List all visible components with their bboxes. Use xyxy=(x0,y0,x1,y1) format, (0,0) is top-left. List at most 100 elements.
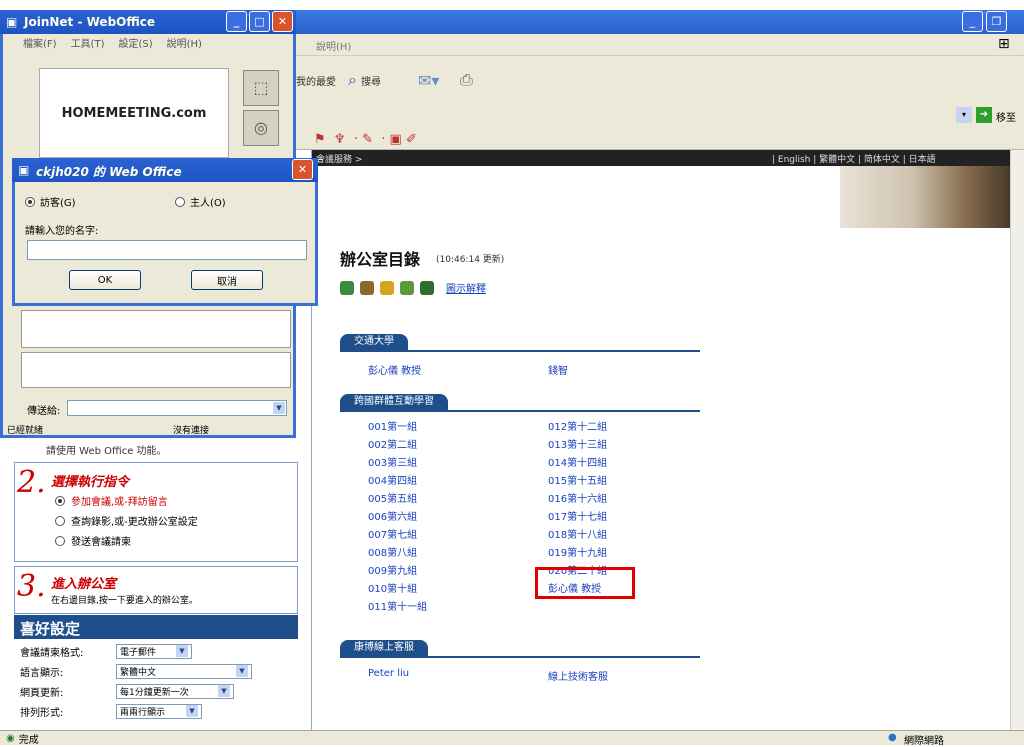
step2-box: 2. 選擇執行指令 參加會議,或-拜訪留言 查詢錄影,或-更改辦公室設定 發送會… xyxy=(14,462,298,562)
internet-zone-icon: ● xyxy=(888,732,897,743)
windows-logo-icon: ⊞ xyxy=(998,36,1010,52)
room-link[interactable]: 014第十四組 xyxy=(548,454,607,469)
joinnet-menu-tools[interactable]: 工具(T) xyxy=(71,35,105,50)
room-link[interactable]: 002第二組 xyxy=(368,436,417,451)
joinnet-menu-help[interactable]: 說明(H) xyxy=(167,35,202,50)
office-directory-title: 辦公室目錄 xyxy=(340,250,421,269)
radio-guest-option[interactable]: 訪客(G) xyxy=(25,194,76,209)
room-link[interactable]: 008第八組 xyxy=(368,544,417,559)
video-button[interactable]: ⬚ xyxy=(243,70,279,106)
step3-title: 進入辦公室 xyxy=(51,577,117,592)
chat-input[interactable] xyxy=(21,352,291,388)
refresh-value: 每1分鐘更新一次 xyxy=(120,687,189,698)
language-links[interactable]: | English | 繁體中文 | 简体中文 | 日本語 xyxy=(772,152,936,165)
favorites-label: 我的最愛 xyxy=(296,76,336,88)
language-select[interactable]: 繁體中文 ▼ xyxy=(116,663,252,679)
room-link[interactable]: 012第十二組 xyxy=(548,418,607,433)
step2-title: 選擇執行指令 xyxy=(51,475,130,490)
radio-owner[interactable] xyxy=(175,196,185,207)
room-link[interactable]: 005第五組 xyxy=(368,490,417,505)
joinnet-maximize-button[interactable]: □ xyxy=(249,11,270,32)
send-to-select[interactable]: ▼ xyxy=(67,400,287,416)
joinnet-menu-bar: 檔案(F) 工具(T) 設定(S) 說明(H) xyxy=(3,32,293,50)
minimize-button[interactable]: _ xyxy=(962,11,983,32)
radio-invite[interactable] xyxy=(55,535,65,546)
cancel-button[interactable]: 取消 xyxy=(191,270,263,290)
breadcrumb[interactable]: 會議服務 > xyxy=(316,152,362,165)
chevron-down-icon: ▼ xyxy=(273,402,285,414)
radio-recordings[interactable] xyxy=(55,515,65,526)
print-button[interactable]: ⎙ xyxy=(460,66,473,94)
room-link[interactable]: 003第三組 xyxy=(368,454,417,469)
vertical-scrollbar[interactable] xyxy=(1010,150,1024,730)
room-link[interactable]: 010第十組 xyxy=(368,580,417,595)
joinnet-minimize-button[interactable]: _ xyxy=(226,11,247,32)
room-link[interactable]: 018第十八組 xyxy=(548,526,607,541)
pref-refresh: 網頁更新: 每1分鐘更新一次 ▼ xyxy=(20,682,300,700)
print-icon: ⎙ xyxy=(460,70,473,89)
option-recordings[interactable]: 查詢錄影,或-更改辦公室設定 xyxy=(55,513,198,528)
room-link[interactable]: 007第七組 xyxy=(368,526,417,541)
browser-title-bar: _ ❐ xyxy=(290,10,1024,34)
camera-icon[interactable]: ◎ xyxy=(243,110,279,146)
highlight-box xyxy=(535,567,635,599)
go-arrow-icon[interactable]: ➜ xyxy=(976,107,992,123)
menu-help[interactable]: 說明(H) xyxy=(316,38,351,53)
search-button[interactable]: ⌕ 搜尋 xyxy=(348,66,381,94)
room-link[interactable]: Peter liu xyxy=(368,668,409,679)
joinnet-status-right: 沒有連接 xyxy=(173,426,210,436)
joinnet-menu-settings[interactable]: 設定(S) xyxy=(118,35,152,50)
room-link[interactable]: 017第十七組 xyxy=(548,508,607,523)
toolbar-tool-icons[interactable]: ⚑ ♆ · ✎ · ▣ ✐ xyxy=(314,132,417,147)
name-input[interactable] xyxy=(27,240,307,260)
joinnet-menu-file[interactable]: 檔案(F) xyxy=(23,35,57,50)
room-link[interactable]: 004第四組 xyxy=(368,472,417,487)
room-link[interactable]: 015第十五組 xyxy=(548,472,607,487)
radio-join[interactable] xyxy=(55,495,65,506)
joinnet-title-bar: ▣ JoinNet - WebOffice _ □ ✕ xyxy=(0,10,296,34)
room-link[interactable]: 013第十三組 xyxy=(548,436,607,451)
room-link[interactable]: 016第十六組 xyxy=(548,490,607,505)
room-link[interactable]: 019第十九組 xyxy=(548,544,607,559)
joinnet-app-icon: ▣ xyxy=(6,15,18,29)
radio-guest[interactable] xyxy=(25,196,35,207)
favorites-button[interactable]: 我的最愛 xyxy=(296,66,336,94)
login-dialog-title: ckjh020 的 Web Office xyxy=(36,165,182,179)
address-dropdown-icon[interactable]: ▾ xyxy=(956,107,972,123)
invite-format-value: 電子郵件 xyxy=(120,647,157,658)
room-link[interactable]: 006第六組 xyxy=(368,508,417,523)
icon-help-link[interactable]: 圖示解釋 xyxy=(446,280,486,295)
business-photo xyxy=(840,166,1018,228)
refresh-select[interactable]: 每1分鐘更新一次 ▼ xyxy=(116,683,234,699)
step3-number: 3. xyxy=(17,569,46,604)
room-link[interactable]: 錢智 xyxy=(548,362,568,377)
mail-icon: ✉▾ xyxy=(418,70,440,90)
joinnet-close-button[interactable]: ✕ xyxy=(272,11,293,32)
room-link[interactable]: 001第一組 xyxy=(368,418,417,433)
step1-note: 請使用 Web Office 功能。 xyxy=(46,446,167,457)
status-done: 完成 xyxy=(18,734,39,746)
page-top-bar: 會議服務 > | English | 繁體中文 | 简体中文 | 日本語 xyxy=(312,150,1018,166)
login-dialog-title-bar: ▣ ckjh020 的 Web Office ✕ xyxy=(12,158,318,182)
room-link[interactable]: 009第九組 xyxy=(368,562,417,577)
maximize-button[interactable]: ❐ xyxy=(986,11,1007,32)
pref-language: 語言顯示: 繁體中文 ▼ xyxy=(20,662,300,680)
send-to-label: 傳送給: xyxy=(27,406,61,417)
room-link[interactable]: 線上技術客服 xyxy=(548,668,608,683)
step2-number: 2. xyxy=(17,465,46,500)
invite-format-select[interactable]: 電子郵件 ▼ xyxy=(116,643,192,659)
done-icon: ◉ xyxy=(6,732,15,744)
option-join-meeting[interactable]: 參加會議,或-拜訪留言 xyxy=(55,493,168,508)
room-link[interactable]: 彭心儀 教授 xyxy=(368,362,421,377)
group-divider xyxy=(340,656,700,658)
layout-select[interactable]: 兩兩行顯示 ▼ xyxy=(116,703,202,719)
go-button-label[interactable]: 移至 xyxy=(996,109,1016,124)
option-send-invite[interactable]: 發送會議請柬 xyxy=(55,533,131,548)
person-icon xyxy=(340,280,354,295)
dialog-close-button[interactable]: ✕ xyxy=(292,159,313,180)
group-divider xyxy=(340,410,700,412)
mail-button[interactable]: ✉▾ xyxy=(418,66,439,94)
ok-button[interactable]: OK xyxy=(69,270,141,290)
room-link[interactable]: 011第十一組 xyxy=(368,598,427,613)
radio-owner-option[interactable]: 主人(O) xyxy=(175,194,226,209)
